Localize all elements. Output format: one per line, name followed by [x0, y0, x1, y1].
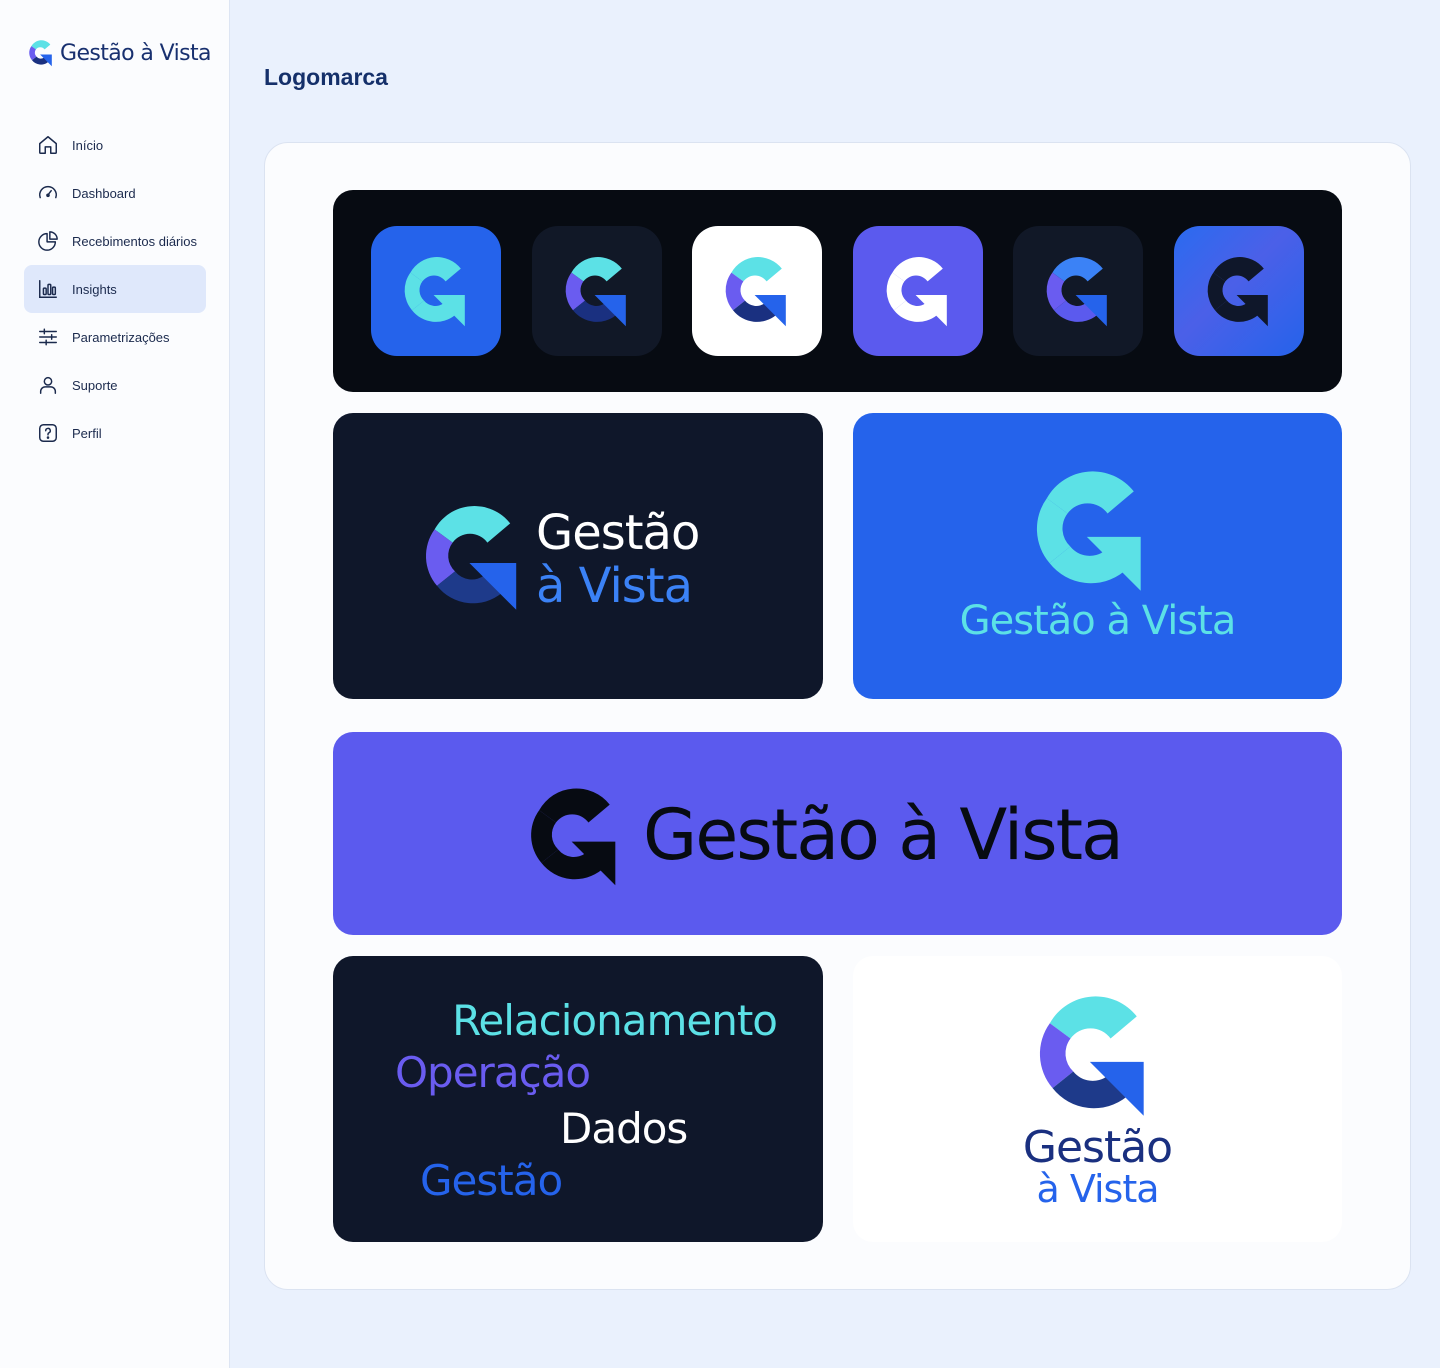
g-logo-icon — [1036, 471, 1141, 591]
word-relacionamento: Relacionamento — [452, 996, 778, 1045]
page-title: Logomarca — [264, 64, 388, 90]
g-logo-icon — [565, 257, 626, 327]
help-icon — [36, 421, 60, 445]
app-icons-card — [333, 190, 1342, 392]
gauge-icon — [36, 181, 60, 205]
brand-name: Gestão à Vista — [60, 40, 212, 66]
g-logo-icon — [1039, 996, 1144, 1116]
app-icon-dark — [532, 226, 662, 356]
word-gestao: Gestão — [420, 1156, 563, 1205]
sidebar-item-perfil[interactable]: Perfil — [24, 409, 206, 457]
g-logo-icon — [404, 257, 465, 327]
logo-dark-card: Gestão à Vista — [333, 413, 823, 699]
home-icon — [36, 133, 60, 157]
sidebar-item-recebimentos[interactable]: Recebimentos diários — [24, 217, 206, 265]
sidebar-item-label: Início — [72, 137, 104, 153]
logo-text-line2: à Vista — [1036, 1167, 1159, 1211]
logo-white-card: Gestão à Vista — [853, 956, 1342, 1242]
sidebar-item-label: Insights — [72, 281, 117, 297]
user-icon — [36, 373, 60, 397]
sliders-icon — [36, 325, 60, 349]
sidebar-item-label: Suporte — [72, 377, 118, 393]
app-icon-gradient — [1174, 226, 1304, 356]
logo-purple-card: Gestão à Vista — [333, 732, 1342, 935]
logo-text: Gestão à Vista — [643, 794, 1124, 876]
sidebar: Gestão à Vista Início Dashboard Recebime… — [0, 0, 230, 1368]
word-dados: Dados — [560, 1104, 688, 1153]
sidebar-item-label: Parametrizações — [72, 329, 170, 345]
app-icon-blue — [371, 226, 501, 356]
g-logo-icon — [29, 40, 52, 67]
logo-text-line1: Gestão — [1022, 1122, 1173, 1173]
g-logo-icon — [725, 257, 786, 327]
sidebar-item-parametrizacoes[interactable]: Parametrizações — [24, 313, 206, 361]
logo-text: Gestão à Vista — [959, 598, 1237, 644]
sidebar-item-label: Dashboard — [72, 185, 136, 201]
g-logo-icon — [1046, 257, 1107, 327]
g-logo-icon — [425, 506, 517, 610]
g-logo-icon — [1207, 257, 1268, 327]
bar-chart-icon — [36, 277, 60, 301]
sidebar-item-label: Perfil — [72, 425, 102, 441]
sidebar-item-dashboard[interactable]: Dashboard — [24, 169, 206, 217]
logo-blue-card: Gestão à Vista — [853, 413, 1342, 699]
sidebar-item-insights[interactable]: Insights — [24, 265, 206, 313]
app-icon-white — [692, 226, 822, 356]
pie-chart-icon — [36, 229, 60, 253]
word-operacao: Operação — [395, 1048, 591, 1097]
logo-text-line2: à Vista — [536, 558, 693, 614]
g-logo-icon — [531, 788, 616, 886]
g-logo-icon — [886, 257, 947, 327]
logo-text-line1: Gestão — [536, 505, 700, 561]
sidebar-item-inicio[interactable]: Início — [24, 121, 206, 169]
app-icon-purple — [853, 226, 983, 356]
sidebar-item-label: Recebimentos diários — [72, 233, 198, 249]
sidebar-nav: Início Dashboard Recebimentos diários In… — [24, 121, 206, 457]
brand-words-card: Relacionamento Operação Dados Gestão — [333, 956, 823, 1242]
app-icon-dark-gradient — [1013, 226, 1143, 356]
brand-logo[interactable]: Gestão à Vista — [26, 38, 212, 68]
sidebar-item-suporte[interactable]: Suporte — [24, 361, 206, 409]
